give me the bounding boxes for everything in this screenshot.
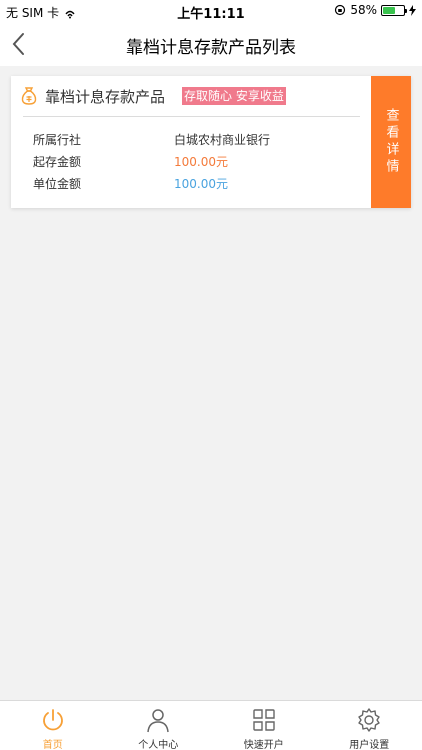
info-row-branch: 所属行社 白城农村商业银行 <box>33 131 363 149</box>
charging-icon <box>409 4 416 16</box>
power-icon <box>42 709 63 731</box>
tab-home[interactable]: 首页 <box>0 701 106 750</box>
status-right: 58% <box>334 3 416 17</box>
info-row-min-deposit: 起存金额 100.00元 <box>33 153 363 171</box>
info-value: 100.00元 <box>174 177 228 191</box>
info-value: 白城农村商业银行 <box>174 133 271 147</box>
tab-bar: 首页 个人中心 快速开户 用户设置 <box>0 700 422 750</box>
info-label: 起存金额 <box>33 155 82 169</box>
page-title: 靠档计息存款产品列表 <box>126 38 296 58</box>
product-tag: 存取随心 安享收益 <box>182 87 286 105</box>
view-details-button[interactable]: 查看详情 <box>371 76 411 208</box>
tab-personal-center[interactable]: 个人中心 <box>106 701 212 750</box>
status-bar: 无 SIM 卡 上午11:11 58% <box>0 0 422 22</box>
card-divider <box>23 116 360 117</box>
info-value: 100.00元 <box>174 155 228 169</box>
product-card[interactable]: 靠档计息存款产品 存取随心 安享收益 所属行社 白城农村商业银行 起存金额 10… <box>11 76 411 208</box>
tab-quick-account[interactable]: 快速开户 <box>211 701 317 750</box>
user-icon <box>147 709 169 733</box>
orientation-lock-icon <box>335 4 346 16</box>
battery-fill <box>383 6 395 14</box>
grid-icon <box>253 709 275 731</box>
tab-label: 用户设置 <box>349 740 390 750</box>
tab-label: 快速开户 <box>243 740 284 750</box>
navigation-bar: 靠档计息存款产品列表 <box>0 22 422 66</box>
info-label: 所属行社 <box>33 133 82 147</box>
money-bag-icon <box>21 87 37 105</box>
tab-label: 个人中心 <box>138 740 179 750</box>
product-name: 靠档计息存款产品 <box>45 88 166 106</box>
tab-user-settings[interactable]: 用户设置 <box>317 701 422 750</box>
gear-icon <box>358 708 380 732</box>
tab-label: 首页 <box>42 740 63 750</box>
battery-icon <box>381 4 407 16</box>
battery-percent: 58% <box>350 3 377 17</box>
card-header: 靠档计息存款产品 存取随心 安享收益 <box>11 76 371 116</box>
info-row-unit-amount: 单位金额 100.00元 <box>33 175 363 193</box>
info-label: 单位金额 <box>33 177 82 191</box>
view-details-label: 查看详情 <box>383 108 399 176</box>
